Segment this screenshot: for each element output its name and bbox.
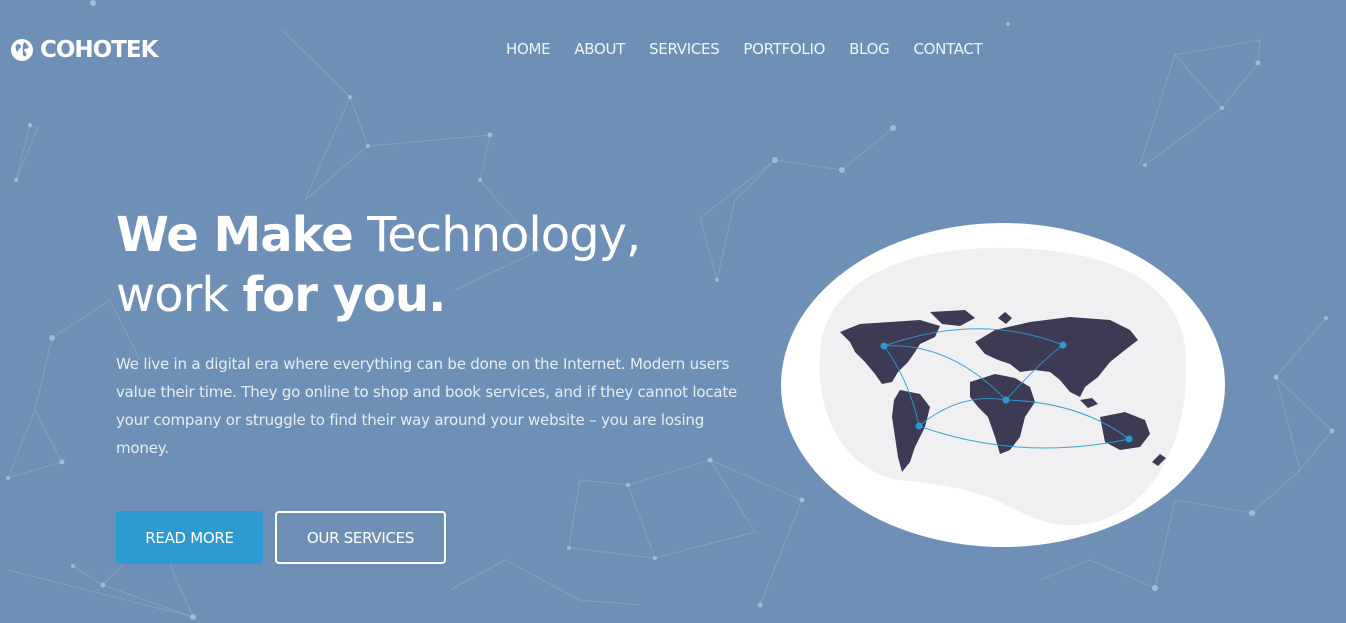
world-map-icon [781,223,1225,547]
our-services-button[interactable]: OUR SERVICES [275,511,446,564]
headline-line1-light: Technology, [352,207,641,263]
brand-name: COHOTEK [40,37,158,63]
hero-paragraph: We live in a digital era where everythin… [116,355,738,457]
nav-blog[interactable]: BLOG [849,40,890,58]
globe-icon [11,39,33,61]
hero-headline: We Make Technology, work for you. [116,205,641,325]
main-nav: HOME ABOUT SERVICES PORTFOLIO BLOG CONTA… [506,40,983,58]
brand-logo[interactable]: COHOTEK [10,37,158,63]
nav-services[interactable]: SERVICES [649,40,720,58]
nav-contact[interactable]: CONTACT [913,40,982,58]
headline-line2-bold: for you. [242,267,446,323]
nav-home[interactable]: HOME [506,40,551,58]
nav-portfolio[interactable]: PORTFOLIO [743,40,825,58]
headline-line2-light: work [116,267,243,323]
headline-line1-bold: We Make [116,207,354,263]
nav-about[interactable]: ABOUT [574,40,625,58]
read-more-button[interactable]: READ MORE [116,511,263,564]
